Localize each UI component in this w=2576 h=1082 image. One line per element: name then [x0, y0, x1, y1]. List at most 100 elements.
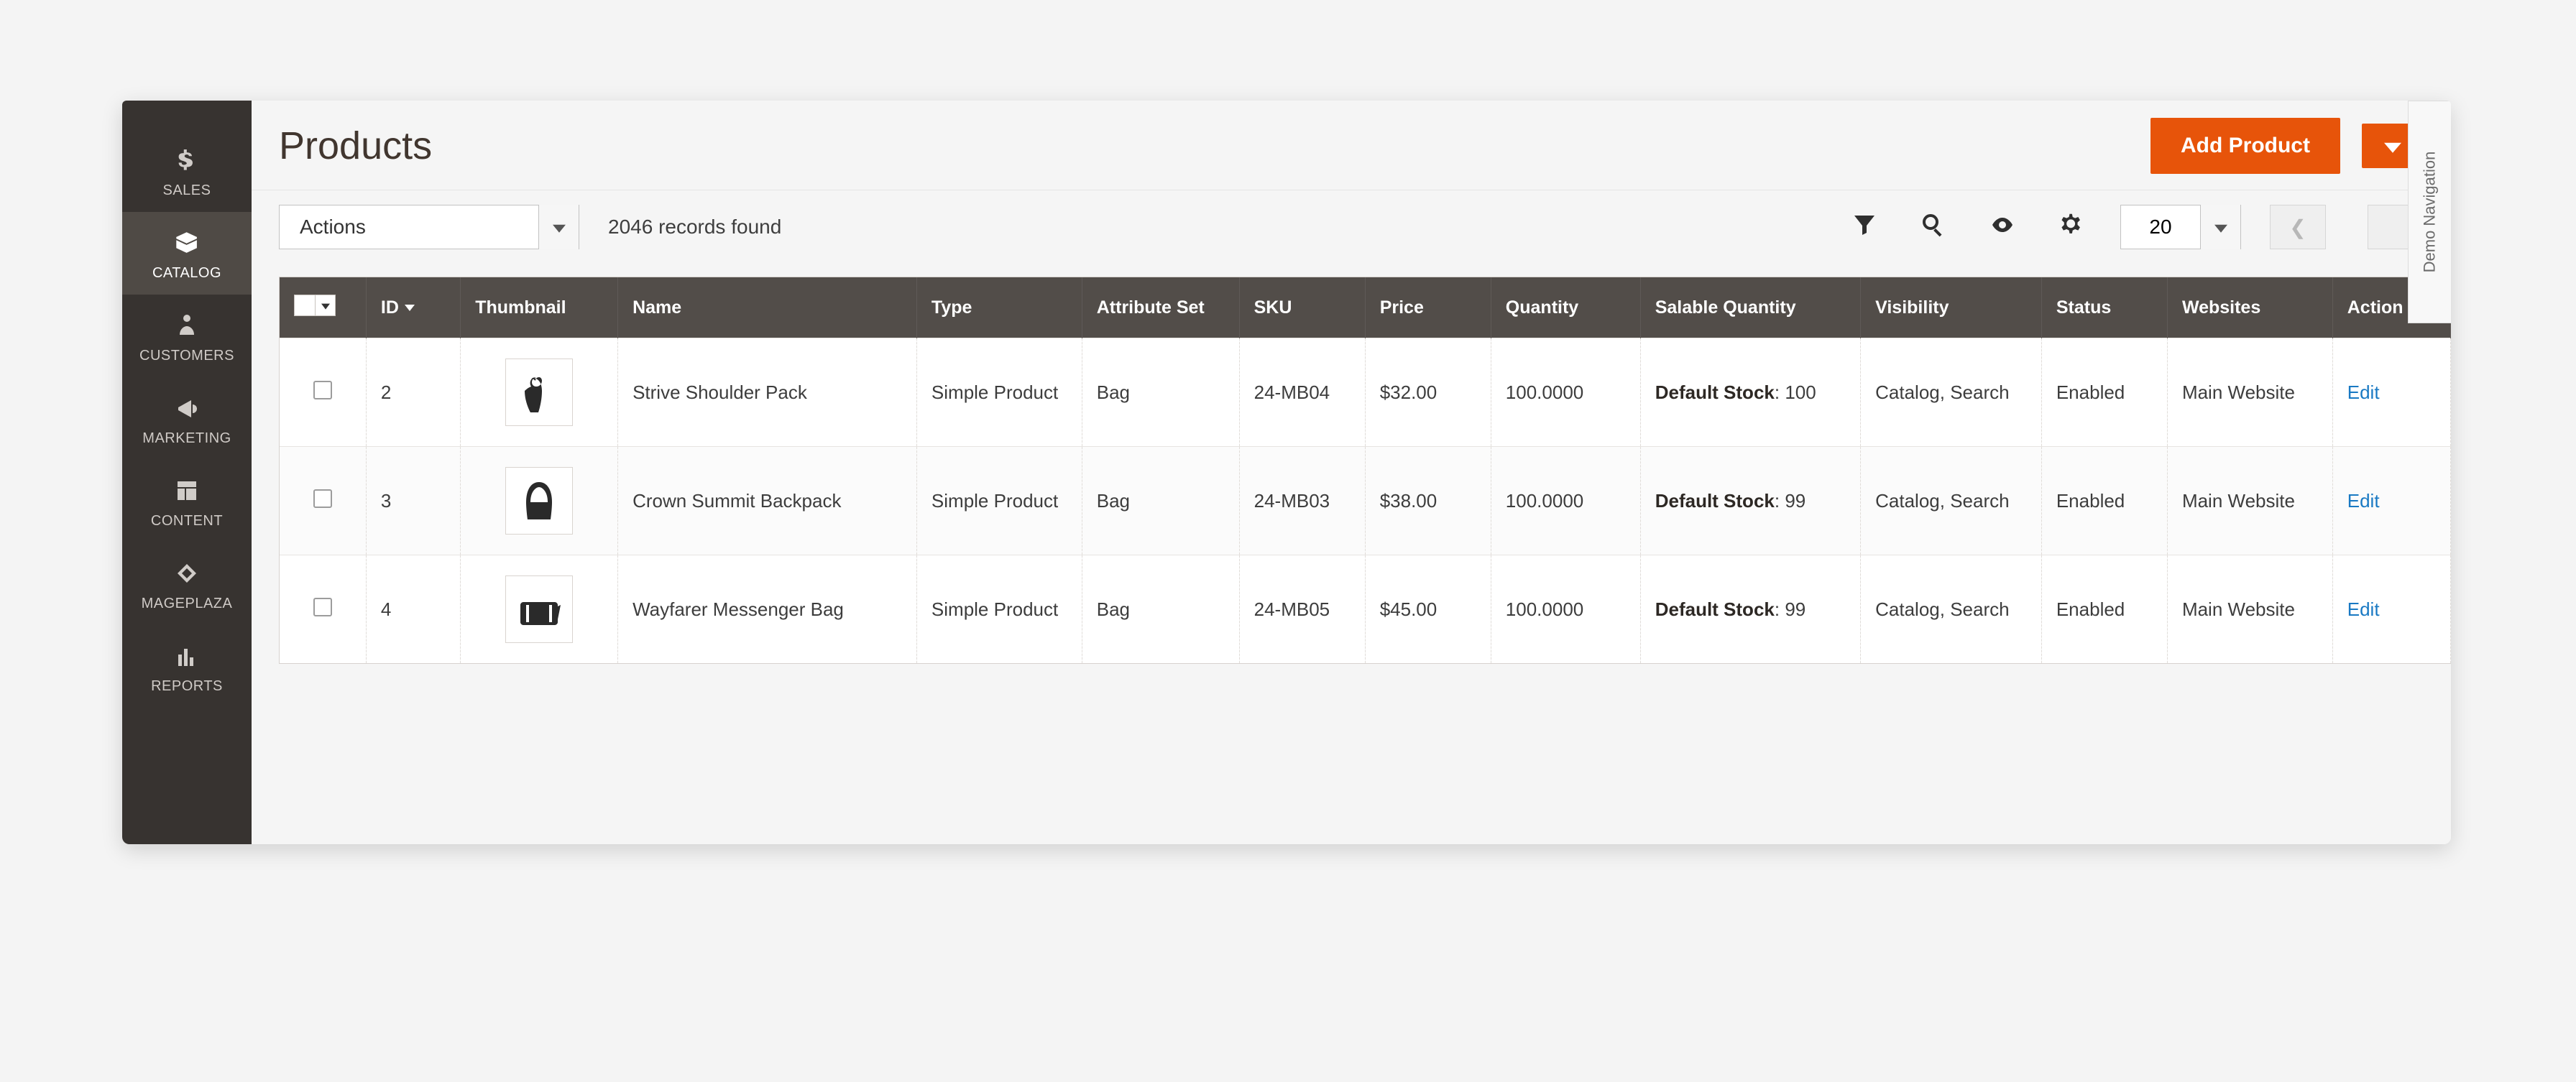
cell-id: 4 — [366, 555, 460, 664]
box-icon — [125, 226, 249, 259]
cell-name: Strive Shoulder Pack — [618, 338, 917, 447]
cell-quantity: 100.0000 — [1491, 555, 1640, 664]
filters-button[interactable] — [1844, 207, 1885, 247]
sidebar-item-mageplaza[interactable]: MAGEPLAZA — [122, 542, 252, 625]
default-view-button[interactable] — [1982, 207, 2023, 247]
sidebar-item-label: CONTENT — [151, 513, 223, 529]
cell-id: 2 — [366, 338, 460, 447]
cell-status: Enabled — [2041, 447, 2167, 555]
actions-select-label: Actions — [280, 216, 538, 239]
row-checkbox[interactable] — [313, 381, 332, 399]
table-row[interactable]: 2 Strive Shoulder Pack Simple Product Ba… — [280, 338, 2451, 447]
sidebar-item-label: MAGEPLAZA — [142, 596, 233, 611]
sidebar-item-label: MARKETING — [142, 430, 231, 446]
dollar-icon — [125, 144, 249, 177]
col-attribute-set[interactable]: Attribute Set — [1082, 277, 1239, 338]
col-visibility[interactable]: Visibility — [1861, 277, 2042, 338]
col-quantity[interactable]: Quantity — [1491, 277, 1640, 338]
page-title: Products — [279, 124, 2150, 168]
cell-thumbnail — [461, 338, 618, 447]
cell-websites: Main Website — [2167, 447, 2332, 555]
main-panel: Products Add Product Actions 2046 record… — [252, 101, 2451, 844]
sidebar-item-customers[interactable]: CUSTOMERS — [122, 295, 252, 377]
cell-attribute-set: Bag — [1082, 338, 1239, 447]
admin-sidebar: SALES CATALOG CUSTOMERS MARKETING CONTEN… — [122, 101, 252, 844]
row-checkbox-cell — [280, 338, 366, 447]
col-id[interactable]: ID — [366, 277, 460, 338]
cell-sku: 24-MB05 — [1239, 555, 1365, 664]
cell-sku: 24-MB04 — [1239, 338, 1365, 447]
products-grid: ID Thumbnail Name Type Attribute Set SKU… — [279, 277, 2451, 664]
layout-icon — [125, 474, 249, 507]
cell-action: Edit — [2332, 447, 2450, 555]
page-size-select[interactable] — [2120, 205, 2241, 249]
search-button[interactable] — [1913, 207, 1954, 247]
col-name[interactable]: Name — [618, 277, 917, 338]
col-price[interactable]: Price — [1365, 277, 1491, 338]
eye-icon — [1990, 213, 2015, 241]
cell-visibility: Catalog, Search — [1861, 555, 2042, 664]
cell-status: Enabled — [2041, 555, 2167, 664]
cell-name: Crown Summit Backpack — [618, 447, 917, 555]
chevron-left-icon: ❮ — [2289, 216, 2306, 239]
table-row[interactable]: 4 Wayfarer Messenger Bag Simple Product … — [280, 555, 2451, 664]
cell-attribute-set: Bag — [1082, 447, 1239, 555]
cell-visibility: Catalog, Search — [1861, 447, 2042, 555]
sidebar-item-catalog[interactable]: CATALOG — [122, 212, 252, 295]
add-product-button[interactable]: Add Product — [2150, 118, 2340, 174]
sidebar-item-sales[interactable]: SALES — [122, 129, 252, 212]
select-all-header[interactable] — [280, 277, 366, 338]
col-sku[interactable]: SKU — [1239, 277, 1365, 338]
cell-price: $45.00 — [1365, 555, 1491, 664]
checkbox-icon[interactable] — [295, 295, 315, 315]
demo-navigation-tab[interactable]: Demo Navigation — [2408, 101, 2451, 323]
chevron-down-icon[interactable] — [2200, 205, 2240, 249]
sidebar-item-label: CATALOG — [152, 265, 221, 281]
product-thumb[interactable] — [505, 467, 573, 535]
col-websites[interactable]: Websites — [2167, 277, 2332, 338]
cell-type: Simple Product — [916, 338, 1082, 447]
sidebar-item-label: CUSTOMERS — [139, 348, 234, 364]
cell-thumbnail — [461, 447, 618, 555]
cell-type: Simple Product — [916, 447, 1082, 555]
admin-window: SALES CATALOG CUSTOMERS MARKETING CONTEN… — [122, 101, 2451, 844]
col-salable-quantity[interactable]: Salable Quantity — [1640, 277, 1860, 338]
edit-link[interactable]: Edit — [2347, 490, 2380, 512]
edit-link[interactable]: Edit — [2347, 598, 2380, 620]
sidebar-item-marketing[interactable]: MARKETING — [122, 377, 252, 460]
col-type[interactable]: Type — [916, 277, 1082, 338]
row-checkbox[interactable] — [313, 489, 332, 508]
col-status[interactable]: Status — [2041, 277, 2167, 338]
header-row: ID Thumbnail Name Type Attribute Set SKU… — [280, 277, 2451, 338]
columns-button[interactable] — [2051, 207, 2092, 247]
actions-select[interactable]: Actions — [279, 205, 579, 249]
product-thumb[interactable] — [505, 575, 573, 643]
row-checkbox[interactable] — [313, 598, 332, 616]
product-thumb[interactable] — [505, 359, 573, 426]
sort-desc-icon — [405, 305, 415, 311]
titlebar: Products Add Product — [252, 101, 2451, 190]
cell-salable-quantity: Default Stock: 100 — [1640, 338, 1860, 447]
col-thumbnail[interactable]: Thumbnail — [461, 277, 618, 338]
table-row[interactable]: 3 Crown Summit Backpack Simple Product B… — [280, 447, 2451, 555]
prev-page-button[interactable]: ❮ — [2270, 205, 2326, 249]
cell-quantity: 100.0000 — [1491, 447, 1640, 555]
sidebar-item-label: SALES — [163, 182, 211, 198]
chevron-down-icon[interactable] — [315, 295, 335, 315]
cell-salable-quantity: Default Stock: 99 — [1640, 555, 1860, 664]
megaphone-icon — [125, 392, 249, 425]
sidebar-item-content[interactable]: CONTENT — [122, 460, 252, 542]
cell-salable-quantity: Default Stock: 99 — [1640, 447, 1860, 555]
search-icon — [1921, 213, 1946, 242]
chevron-down-icon[interactable] — [538, 205, 579, 249]
page-size-input[interactable] — [2121, 205, 2200, 249]
cell-sku: 24-MB03 — [1239, 447, 1365, 555]
sidebar-item-reports[interactable]: REPORTS — [122, 625, 252, 708]
cell-status: Enabled — [2041, 338, 2167, 447]
demo-navigation-label: Demo Navigation — [2421, 152, 2439, 273]
gear-icon — [2059, 213, 2084, 242]
bars-icon — [125, 639, 249, 672]
cell-name: Wayfarer Messenger Bag — [618, 555, 917, 664]
cross-icon — [125, 557, 249, 590]
edit-link[interactable]: Edit — [2347, 382, 2380, 403]
